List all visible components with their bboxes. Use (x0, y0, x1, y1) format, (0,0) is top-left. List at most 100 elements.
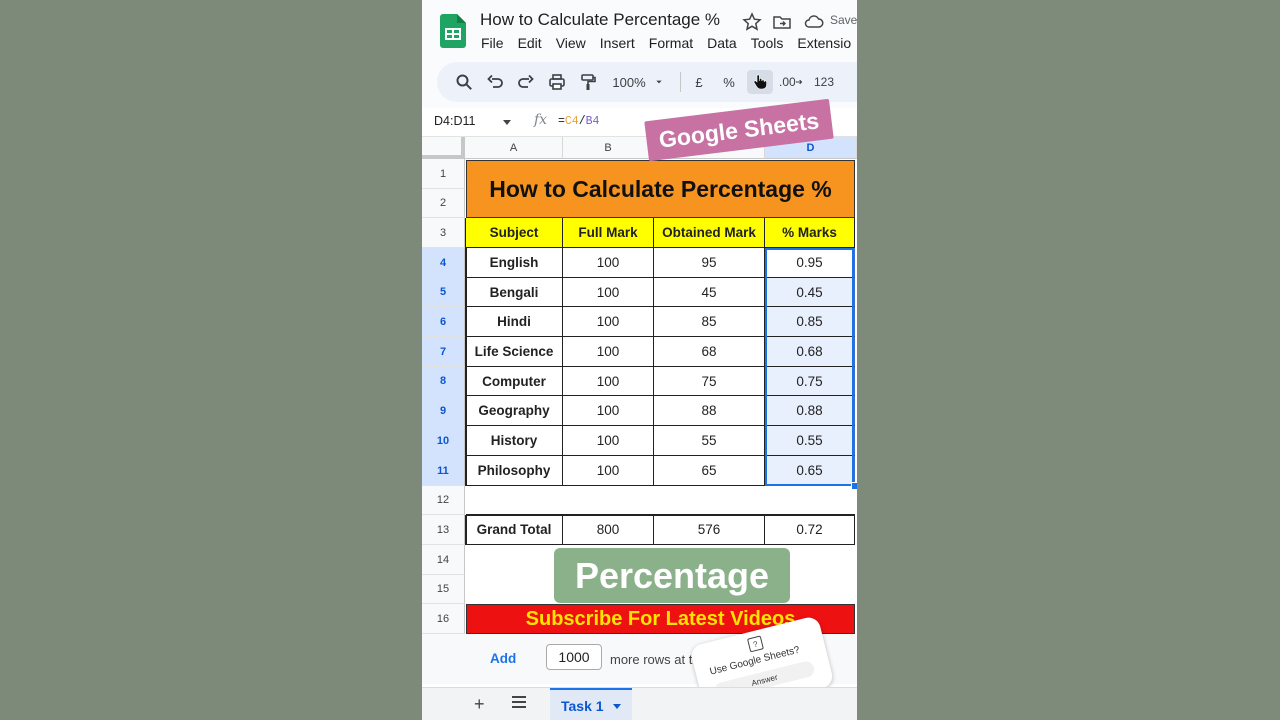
subject-cell[interactable]: History (466, 426, 563, 456)
row-header[interactable]: 14 (422, 545, 465, 575)
undo-icon[interactable] (484, 70, 506, 94)
menu-edit[interactable]: Edit (518, 35, 542, 51)
percent-cell[interactable]: 0.45 (765, 278, 855, 307)
row-header[interactable]: 12 (422, 486, 465, 515)
percentage-sticker: Percentage (554, 548, 790, 603)
menu-extensions[interactable]: Extensio (797, 35, 851, 51)
full-mark-cell[interactable]: 100 (563, 248, 654, 278)
subject-cell[interactable]: Geography (466, 396, 563, 426)
fx-icon: fx (534, 112, 548, 128)
menu-data[interactable]: Data (707, 35, 737, 51)
obtained-mark-cell[interactable]: 88 (654, 396, 765, 426)
menu-insert[interactable]: Insert (600, 35, 635, 51)
full-mark-cell[interactable]: 100 (563, 426, 654, 456)
title-banner[interactable]: How to Calculate Percentage % (466, 160, 855, 218)
full-mark-cell[interactable]: 100 (563, 396, 654, 426)
all-sheets-menu-icon[interactable] (512, 696, 526, 711)
subject-cell[interactable]: Hindi (466, 307, 563, 337)
row-header[interactable]: 10 (422, 426, 465, 456)
percent-cell[interactable]: 0.65 (765, 456, 855, 486)
rows-count-input[interactable]: 1000 (546, 644, 602, 670)
sheet-tab-task-1[interactable]: Task 1 (550, 688, 632, 720)
row-header[interactable]: 3 (422, 218, 465, 248)
zoom-select[interactable]: 100% (609, 70, 649, 94)
formula-input[interactable]: =C4/B4 (558, 115, 599, 128)
percent-cell[interactable]: 0.75 (765, 367, 855, 396)
column-header-a[interactable]: A (465, 137, 563, 159)
move-folder-icon[interactable] (772, 12, 792, 32)
redo-icon[interactable] (515, 70, 537, 94)
select-all-corner[interactable] (422, 137, 465, 159)
row-header[interactable]: 13 (422, 515, 465, 545)
obtained-mark-cell[interactable]: 45 (654, 278, 765, 307)
add-sheet-icon[interactable]: + (474, 694, 485, 715)
google-sheets-logo-icon (440, 14, 466, 48)
grand-total-full-mark[interactable]: 800 (563, 515, 654, 545)
print-icon[interactable] (546, 70, 568, 94)
row-header[interactable]: 8 (422, 367, 465, 396)
full-mark-cell[interactable]: 100 (563, 307, 654, 337)
row-header[interactable]: 7 (422, 337, 465, 367)
save-status: Save (830, 13, 857, 27)
chevron-down-icon[interactable] (503, 120, 511, 125)
subject-cell[interactable]: English (466, 248, 563, 278)
chevron-down-icon[interactable] (613, 704, 621, 709)
row-header[interactable]: 5 (422, 278, 465, 307)
obtained-mark-cell[interactable]: 95 (654, 248, 765, 278)
obtained-mark-cell[interactable]: 68 (654, 337, 765, 367)
full-mark-cell[interactable]: 100 (563, 337, 654, 367)
grand-total-label[interactable]: Grand Total (466, 515, 563, 545)
percent-cell[interactable]: 0.55 (765, 426, 855, 456)
menu-file[interactable]: File (481, 35, 504, 51)
percent-cell[interactable]: 0.68 (765, 337, 855, 367)
subject-cell[interactable]: Bengali (466, 278, 563, 307)
paint-format-icon[interactable] (577, 70, 599, 94)
background-left (0, 0, 422, 720)
row-header[interactable]: 9 (422, 396, 465, 426)
sheet-tab-label: Task 1 (561, 697, 604, 714)
number-format-button[interactable]: 123 (811, 70, 837, 94)
name-box[interactable]: D4:D11 (434, 114, 475, 128)
menu-tools[interactable]: Tools (751, 35, 784, 51)
currency-format-button[interactable]: £ (690, 70, 708, 94)
header-cell-percent-marks[interactable]: % Marks (765, 218, 855, 248)
row-header[interactable]: 1 (422, 159, 465, 189)
menu-view[interactable]: View (556, 35, 586, 51)
menu-format[interactable]: Format (649, 35, 693, 51)
document-title[interactable]: How to Calculate Percentage % (480, 10, 720, 30)
full-mark-cell[interactable]: 100 (563, 367, 654, 396)
fill-handle[interactable] (851, 482, 857, 490)
obtained-mark-cell[interactable]: 65 (654, 456, 765, 486)
row-header[interactable]: 4 (422, 248, 465, 278)
column-header-b[interactable]: B (563, 137, 654, 159)
header-cell-subject[interactable]: Subject (466, 218, 563, 248)
subject-cell[interactable]: Philosophy (466, 456, 563, 486)
full-mark-cell[interactable]: 100 (563, 278, 654, 307)
percent-format-button[interactable]: % (720, 70, 738, 94)
chevron-down-icon[interactable] (653, 70, 665, 94)
subject-cell[interactable]: Life Science (466, 337, 563, 367)
header-cell-full-mark[interactable]: Full Mark (563, 218, 654, 248)
formula-slash: / (578, 115, 586, 128)
row-header[interactable]: 11 (422, 456, 465, 486)
grand-total-obtained-mark[interactable]: 576 (654, 515, 765, 545)
row-header[interactable]: 16 (422, 604, 465, 634)
star-icon[interactable] (742, 12, 762, 32)
decimal-format-button[interactable]: .00 (779, 70, 803, 94)
obtained-mark-cell[interactable]: 85 (654, 307, 765, 337)
obtained-mark-cell[interactable]: 75 (654, 367, 765, 396)
percent-cell[interactable]: 0.88 (765, 396, 855, 426)
row-header[interactable]: 15 (422, 575, 465, 604)
header-cell-obtained-mark[interactable]: Obtained Mark (654, 218, 765, 248)
row-header[interactable]: 6 (422, 307, 465, 337)
cloud-saved-icon[interactable] (804, 12, 824, 32)
percent-cell[interactable]: 0.85 (765, 307, 855, 337)
obtained-mark-cell[interactable]: 55 (654, 426, 765, 456)
subject-cell[interactable]: Computer (466, 367, 563, 396)
search-icon[interactable] (453, 70, 475, 94)
percent-cell[interactable]: 0.95 (765, 248, 855, 278)
grand-total-percent[interactable]: 0.72 (765, 515, 855, 545)
row-header[interactable]: 2 (422, 189, 465, 218)
add-rows-button[interactable]: Add (490, 651, 516, 666)
full-mark-cell[interactable]: 100 (563, 456, 654, 486)
